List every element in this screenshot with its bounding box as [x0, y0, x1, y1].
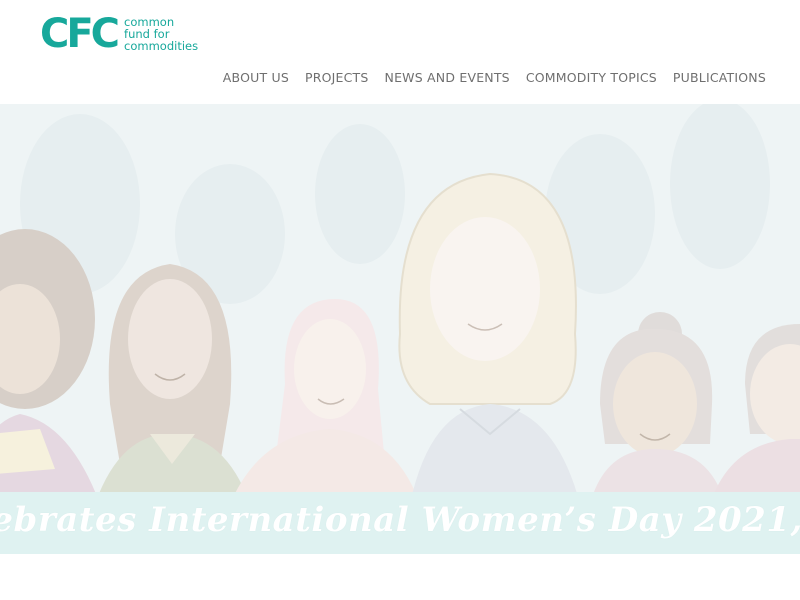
- woman-figure-5: [590, 312, 725, 504]
- nav-news-and-events[interactable]: NEWS AND EVENTS: [385, 70, 510, 85]
- woman-figure-3: [230, 299, 420, 504]
- logo-line-3: commodities: [124, 39, 199, 53]
- cfc-logo[interactable]: CFC common fund for commodities: [40, 14, 198, 54]
- headline-strip[interactable]: lebrates International Women’s Day 2021,…: [0, 492, 800, 554]
- womens-day-illustration: [0, 104, 800, 504]
- woman-figure-4: [398, 172, 580, 504]
- nav-commodity-topics[interactable]: COMMODITY TOPICS: [526, 70, 657, 85]
- woman-figure-6: [710, 324, 800, 504]
- logo-mark: CFC: [40, 11, 120, 57]
- nav-about-us[interactable]: ABOUT US: [223, 70, 289, 85]
- main-nav: ABOUT US PROJECTS NEWS AND EVENTS COMMOD…: [223, 70, 766, 85]
- nav-projects[interactable]: PROJECTS: [305, 70, 369, 85]
- logo-wordmark: common fund for commodities: [124, 16, 198, 52]
- headline-text: lebrates International Women’s Day 2021,…: [0, 500, 800, 540]
- site-header: CFC common fund for commodities ABOUT US…: [0, 0, 800, 104]
- nav-publications[interactable]: PUBLICATIONS: [673, 70, 766, 85]
- hero-banner[interactable]: lebrates International Women’s Day 2021,…: [0, 104, 800, 554]
